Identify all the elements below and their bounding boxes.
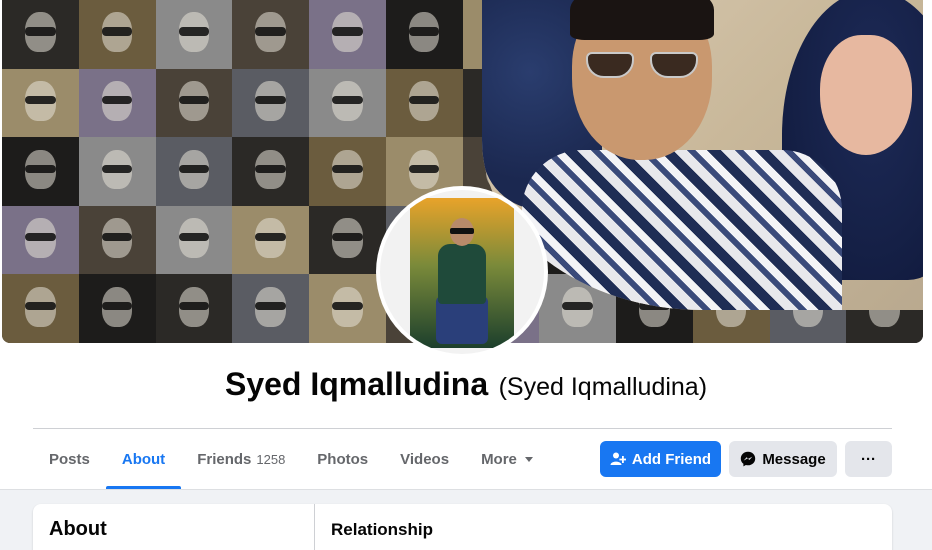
tab-photos[interactable]: Photos	[301, 430, 384, 488]
add-friend-label: Add Friend	[631, 450, 712, 468]
tab-friends-label: Friends	[197, 450, 252, 468]
message-label: Message	[762, 450, 826, 468]
relationship-section-title: Relationship	[331, 520, 434, 539]
about-card	[33, 504, 892, 550]
header-divider	[33, 428, 892, 429]
message-button[interactable]: Message	[729, 441, 837, 477]
add-friend-icon	[610, 452, 626, 465]
tab-photos-label: Photos	[317, 450, 369, 468]
tab-about[interactable]: About	[105, 430, 182, 489]
tab-videos[interactable]: Videos	[384, 430, 465, 488]
tab-more[interactable]: More	[465, 430, 549, 488]
tab-posts-label: Posts	[49, 450, 90, 468]
about-title: About	[49, 518, 107, 540]
tab-friends[interactable]: Friends 1258	[181, 430, 301, 488]
add-friend-button[interactable]: Add Friend	[600, 441, 721, 477]
tab-videos-label: Videos	[400, 450, 450, 468]
friends-count: 1258	[256, 451, 286, 467]
profile-avatar[interactable]	[376, 186, 548, 358]
tab-posts[interactable]: Posts	[33, 430, 106, 488]
about-card-divider	[314, 504, 315, 550]
cover-couple-photo	[482, 0, 923, 310]
profile-alternate-name: (Syed Iqmalludina)	[498, 373, 708, 401]
avatar-image	[380, 190, 544, 354]
messenger-icon	[741, 451, 756, 467]
profile-name-row: Syed Iqmalludina (Syed Iqmalludina)	[0, 366, 932, 403]
tab-about-label: About	[121, 450, 166, 468]
chevron-down-icon	[524, 456, 533, 462]
more-options-button[interactable]: ···	[845, 441, 892, 477]
profile-tabs: Posts About Friends 1258 Photos Videos M…	[33, 430, 549, 489]
tab-more-label: More	[481, 450, 517, 468]
profile-name: Syed Iqmalludina	[224, 366, 489, 402]
more-options-icon: ···	[861, 450, 876, 468]
